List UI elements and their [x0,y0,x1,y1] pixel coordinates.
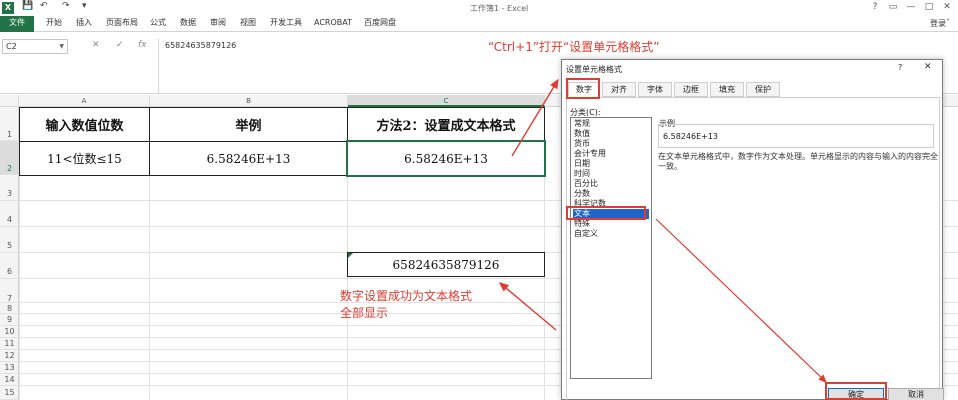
tab-view[interactable]: 视图 [240,16,256,32]
tab-alignment[interactable]: 对齐 [602,82,636,97]
error-indicator-icon [348,253,353,258]
row-header[interactable]: 6 [0,253,19,279]
window-title: 工作簿1 - Excel [470,4,529,13]
column-header-c[interactable]: C [348,95,545,107]
title-bar: X 💾 ↶ ↷ ▾ 工作簿1 - Excel ? ▭ — □ ✕ [0,0,958,16]
column-header-a[interactable]: A [19,95,150,107]
help-icon[interactable]: ? [898,63,902,72]
help-icon[interactable]: ? [868,1,882,14]
close-icon[interactable]: ✕ [924,62,932,72]
row-header[interactable]: 1 [0,107,19,141]
cell-c6[interactable]: 65824635879126 [347,252,545,277]
tab-page-layout[interactable]: 页面布局 [106,16,138,32]
tab-file[interactable]: 文件 [0,16,34,32]
tab-formulas[interactable]: 公式 [150,16,166,32]
tab-insert[interactable]: 插入 [76,16,92,32]
save-icon[interactable]: 💾 [22,1,33,11]
customize-icon[interactable]: ▾ [82,1,87,11]
category-item[interactable]: 常规 [573,119,649,129]
row-header[interactable]: 13 [0,362,19,374]
dialog-title: 设置单元格格式 [566,65,622,74]
category-list[interactable]: 常规 数值 货币 会计专用 日期 时间 百分比 分数 科学记数 文本 特殊 自定… [570,117,652,379]
tab-font[interactable]: 字体 [638,82,672,97]
tab-acrobat[interactable]: ACROBAT [314,16,352,32]
cell-a2[interactable]: 11<位数≤15 [19,141,150,176]
row-header[interactable]: 15 [0,386,19,400]
category-item[interactable]: 日期 [573,159,649,169]
undo-icon[interactable]: ↶ [40,1,48,11]
tab-fill[interactable]: 填充 [710,82,744,97]
cell-b2[interactable]: 6.58246E+13 [149,141,348,176]
row-header[interactable]: 7 [0,279,19,303]
annotation-line-1: 数字设置成功为文本格式 [340,289,473,303]
tab-border[interactable]: 边框 [674,82,708,97]
category-item[interactable]: 分数 [573,189,649,199]
highlight-ok-button [825,382,887,400]
category-item[interactable]: 数值 [573,129,649,139]
cancel-icon[interactable]: ✕ [92,40,100,50]
cell-c6-value: 65824635879126 [392,257,500,272]
category-item[interactable]: 时间 [573,169,649,179]
category-item[interactable]: 特殊 [573,219,649,229]
category-item[interactable]: 百分比 [573,179,649,189]
sample-box: 6.58246E+13 [658,124,934,148]
column-header-b[interactable]: B [150,95,348,107]
tab-data[interactable]: 数据 [180,16,196,32]
ribbon-tabs: 文件 开始 插入 页面布局 公式 数据 审阅 视图 开发工具 ACROBAT 百… [0,16,958,32]
sample-value: 6.58246E+13 [663,132,719,141]
row-header[interactable]: 2 [0,141,19,175]
redo-icon[interactable]: ↷ [62,1,70,11]
tab-baidu-netdisk[interactable]: 百度网盘 [364,16,396,32]
row-header[interactable]: 11 [0,338,19,350]
ribbon-display-icon[interactable]: ▭ [886,1,900,14]
cell-c2[interactable]: 6.58246E+13 [346,140,546,177]
annotation-ctrl1: “Ctrl+1”打开“设置单元格格式” [488,40,660,54]
name-box-value: C2 [6,42,17,51]
format-description: 在文本单元格格式中，数字作为文本处理。单元格显示的内容与输入的内容完全一致。 [658,152,938,171]
login-link[interactable]: 登录 [930,18,946,29]
cell-b1[interactable]: 举例 [149,107,348,142]
row-header[interactable]: 12 [0,350,19,362]
excel-logo-icon: X [2,2,14,14]
ribbon-collapse-icon[interactable]: ˄ [946,18,950,27]
maximize-icon[interactable]: □ [922,1,936,14]
row-header[interactable]: 9 [0,314,19,326]
row-header[interactable]: 8 [0,303,19,314]
category-item[interactable]: 货币 [573,139,649,149]
row-header[interactable]: 3 [0,175,19,201]
row-header[interactable]: 14 [0,374,19,386]
tab-home[interactable]: 开始 [46,16,62,32]
cell-a1[interactable]: 输入数值位数 [19,107,150,142]
row-header[interactable]: 4 [0,201,19,227]
select-all-corner[interactable] [0,95,19,107]
row-header[interactable]: 10 [0,326,19,338]
row-header[interactable]: 5 [0,227,19,253]
highlight-number-tab [566,78,600,99]
chevron-down-icon[interactable]: ▼ [59,40,64,53]
row-headers: 1 2 3 4 5 6 7 8 9 10 11 12 13 14 15 [0,107,19,400]
close-icon[interactable]: ✕ [940,1,954,14]
enter-icon[interactable]: ✓ [116,40,124,50]
cancel-button[interactable]: 取消 [888,388,944,400]
tab-developer[interactable]: 开发工具 [270,16,302,32]
highlight-text-category [566,206,646,220]
category-item[interactable]: 会计专用 [573,149,649,159]
format-cells-dialog: 设置单元格格式 ? ✕ 数字 对齐 字体 边框 填充 保护 分类(C): 常规 … [561,59,944,400]
insert-function-icon[interactable]: fx [138,40,147,50]
category-item[interactable]: 自定义 [573,229,649,239]
cell-c1[interactable]: 方法2：设置成文本格式 [347,107,545,142]
name-box[interactable]: C2 ▼ [2,39,68,54]
tab-review[interactable]: 审阅 [210,16,226,32]
annotation-line-2: 全部显示 [340,306,389,320]
annotation-text-format: 数字设置成功为文本格式 全部显示 [340,288,472,322]
minimize-icon[interactable]: — [904,1,918,14]
tab-protection[interactable]: 保护 [746,82,780,97]
